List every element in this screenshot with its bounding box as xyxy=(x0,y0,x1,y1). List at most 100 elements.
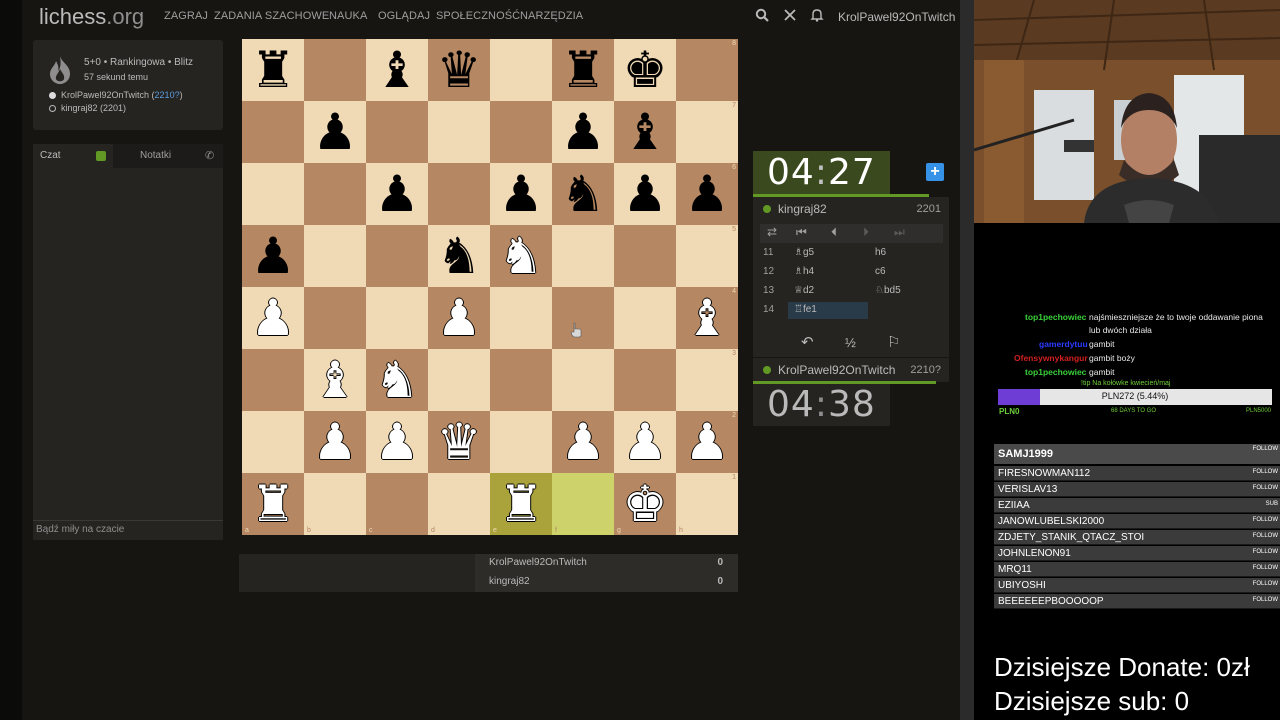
square-c7[interactable] xyxy=(366,101,428,163)
square-a5[interactable]: ♟ xyxy=(242,225,304,287)
square-b6[interactable] xyxy=(304,163,366,225)
chess-board[interactable]: ♜ ♝ ♛ ♜ ♚ 8 ♟ ♟ ♝ 7 ♟ ♟ ♞ ♟ ♟ 6 ♟ ♞ ♞ 5 ♟ ♟ ♝ 4 ♝ ♞ 3 ♟ ♟ ♛ ♟ ♟ ♟ 2 ♜ a b c d ♜… xyxy=(242,39,738,535)
black-move[interactable]: h6 xyxy=(875,247,886,258)
chat-input[interactable]: Bądź miły na czacie xyxy=(33,520,223,540)
square-h7[interactable]: 7 xyxy=(676,101,738,163)
square-f7[interactable]: ♟ xyxy=(552,101,614,163)
black-pawn-icon[interactable]: ♟ xyxy=(499,169,544,219)
square-h3[interactable]: 3 xyxy=(676,349,738,411)
square-f3[interactable] xyxy=(552,349,614,411)
square-e8[interactable] xyxy=(490,39,552,101)
square-f8[interactable]: ♜ xyxy=(552,39,614,101)
square-e4[interactable] xyxy=(490,287,552,349)
white-move[interactable]: ♕d2 xyxy=(794,285,814,296)
white-move[interactable]: ♗g5 xyxy=(794,247,814,258)
square-h6[interactable]: ♟ 6 xyxy=(676,163,738,225)
crosstable-player-2[interactable]: kingraj82 xyxy=(489,576,530,587)
white-pawn-icon[interactable]: ♟ xyxy=(251,293,296,343)
black-pawn-icon[interactable]: ♟ xyxy=(313,107,358,157)
nav-play[interactable]: ZAGRAJ xyxy=(164,10,208,22)
square-a3[interactable] xyxy=(242,349,304,411)
black-rook-icon[interactable]: ♜ xyxy=(561,45,606,95)
square-b8[interactable] xyxy=(304,39,366,101)
square-e2[interactable] xyxy=(490,411,552,473)
resign-flag-icon[interactable]: ⚐ xyxy=(887,333,900,351)
white-king-icon[interactable]: ♚ xyxy=(623,479,668,529)
square-a8[interactable]: ♜ xyxy=(242,39,304,101)
black-move[interactable]: ♘bd5 xyxy=(875,285,901,296)
white-pawn-icon[interactable]: ♟ xyxy=(623,417,668,467)
square-h5[interactable]: 5 xyxy=(676,225,738,287)
square-c1[interactable]: c xyxy=(366,473,428,535)
nav-puzzles[interactable]: ZADANIA SZACHOWE xyxy=(214,10,329,22)
takeback-icon[interactable]: ↶ xyxy=(801,333,814,351)
square-b2[interactable]: ♟ xyxy=(304,411,366,473)
white-bishop-icon[interactable]: ♝ xyxy=(313,355,358,405)
square-c3[interactable]: ♞ xyxy=(366,349,428,411)
white-rook-icon[interactable]: ♜ xyxy=(499,479,544,529)
square-d1[interactable]: d xyxy=(428,473,490,535)
square-d4[interactable]: ♟ xyxy=(428,287,490,349)
site-logo[interactable]: lichess.org xyxy=(39,4,144,30)
square-d6[interactable] xyxy=(428,163,490,225)
square-d3[interactable] xyxy=(428,349,490,411)
square-h1[interactable]: 1h xyxy=(676,473,738,535)
search-icon[interactable] xyxy=(754,8,770,24)
white-bishop-icon[interactable]: ♝ xyxy=(685,293,730,343)
square-b7[interactable]: ♟ xyxy=(304,101,366,163)
black-pawn-icon[interactable]: ♟ xyxy=(251,231,296,281)
next-move-icon[interactable]: ⏵ xyxy=(863,225,869,240)
white-rook-icon[interactable]: ♜ xyxy=(251,479,296,529)
black-pawn-icon[interactable]: ♟ xyxy=(375,169,420,219)
square-b1[interactable]: b xyxy=(304,473,366,535)
square-a6[interactable] xyxy=(242,163,304,225)
white-pawn-icon[interactable]: ♟ xyxy=(313,417,358,467)
square-g1[interactable]: ♚ g xyxy=(614,473,676,535)
square-h4[interactable]: ♝ 4 xyxy=(676,287,738,349)
square-g4[interactable] xyxy=(614,287,676,349)
square-d8[interactable]: ♛ xyxy=(428,39,490,101)
square-f4[interactable] xyxy=(552,287,614,349)
nav-watch[interactable]: OGLĄDAJ xyxy=(378,10,430,22)
square-f5[interactable] xyxy=(552,225,614,287)
square-d7[interactable] xyxy=(428,101,490,163)
white-pawn-icon[interactable]: ♟ xyxy=(375,417,420,467)
white-move[interactable]: ♖fe1 xyxy=(794,304,817,315)
square-g7[interactable]: ♝ xyxy=(614,101,676,163)
white-move[interactable]: ♗h4 xyxy=(794,266,814,277)
black-player[interactable]: kingraj82 (2201) xyxy=(49,103,126,113)
square-e5[interactable]: ♞ xyxy=(490,225,552,287)
nav-tools[interactable]: NARZĘDZIA xyxy=(520,10,583,22)
square-c2[interactable]: ♟ xyxy=(366,411,428,473)
black-pawn-icon[interactable]: ♟ xyxy=(685,169,730,219)
square-e7[interactable] xyxy=(490,101,552,163)
crosstable-player-1[interactable]: KrolPawel92OnTwitch xyxy=(489,557,587,568)
square-a1[interactable]: ♜ a xyxy=(242,473,304,535)
white-pawn-icon[interactable]: ♟ xyxy=(685,417,730,467)
square-g3[interactable] xyxy=(614,349,676,411)
white-pawn-icon[interactable]: ♟ xyxy=(561,417,606,467)
last-move-icon[interactable]: ⏭ xyxy=(894,225,905,240)
square-a4[interactable]: ♟ xyxy=(242,287,304,349)
user-menu[interactable]: KrolPawel92OnTwitch xyxy=(838,10,955,24)
black-bishop-icon[interactable]: ♝ xyxy=(623,107,668,157)
chat-toggle[interactable] xyxy=(96,151,106,161)
square-f1[interactable]: f xyxy=(552,473,614,535)
square-c5[interactable] xyxy=(366,225,428,287)
square-g8[interactable]: ♚ xyxy=(614,39,676,101)
prev-move-icon[interactable]: ⏴ xyxy=(831,225,837,240)
square-e1[interactable]: ♜ e xyxy=(490,473,552,535)
square-f2[interactable]: ♟ xyxy=(552,411,614,473)
square-h2[interactable]: ♟ 2 xyxy=(676,411,738,473)
square-b5[interactable] xyxy=(304,225,366,287)
square-b4[interactable] xyxy=(304,287,366,349)
opponent-name[interactable]: kingraj82 xyxy=(778,202,827,216)
square-g2[interactable]: ♟ xyxy=(614,411,676,473)
nav-community[interactable]: SPOŁECZNOŚĆ xyxy=(436,10,520,22)
bell-icon[interactable] xyxy=(809,8,825,24)
player-name[interactable]: KrolPawel92OnTwitch xyxy=(778,363,895,377)
tab-notes[interactable]: Notatki xyxy=(140,144,171,168)
white-knight-icon[interactable]: ♞ xyxy=(499,231,544,281)
white-queen-icon[interactable]: ♛ xyxy=(437,417,482,467)
black-move[interactable]: c6 xyxy=(875,266,886,277)
